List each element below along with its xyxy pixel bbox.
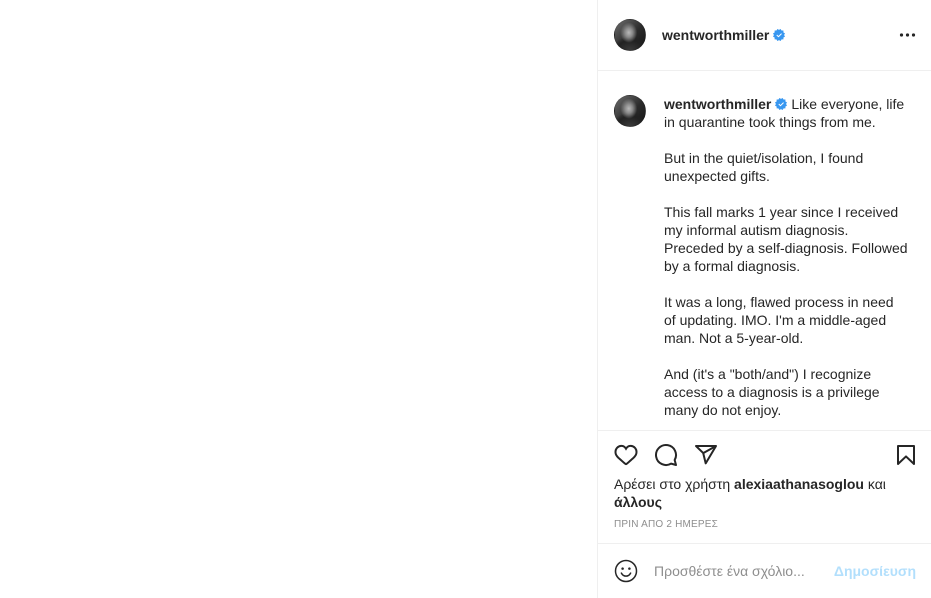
share-button[interactable]: [694, 443, 718, 467]
actions-divider: [598, 430, 931, 431]
more-horizontal-icon: [899, 33, 916, 37]
like-button[interactable]: [614, 443, 638, 467]
post-timestamp[interactable]: ΠΡΙΝ ΑΠΟ 2 ΗΜΕΡΕΣ: [614, 519, 718, 531]
save-button[interactable]: [894, 443, 918, 467]
share-icon: [695, 445, 717, 465]
verified-badge-icon: [775, 98, 788, 111]
caption-text-line: Preceded by a self-diagnosis. Followed: [664, 240, 908, 256]
caption-text-line: by a formal diagnosis.: [664, 258, 801, 274]
post-comment-button[interactable]: Δημοσίευση: [834, 562, 916, 580]
caption-paragraph: But in the quiet/isolation, I found unex…: [664, 149, 924, 185]
caption-text-line: Like everyone, life: [791, 96, 905, 112]
more-options-button[interactable]: [896, 23, 920, 47]
post-side-panel: wentworthmiller wentworthmiller Like ever…: [597, 0, 931, 598]
emoji-button[interactable]: [614, 559, 638, 583]
emoji-icon: [614, 559, 638, 583]
caption: wentworthmiller Like everyone, life in qu…: [664, 95, 924, 419]
caption-username[interactable]: wentworthmiller: [664, 96, 771, 112]
comment-divider: [598, 543, 931, 544]
likes-others-link[interactable]: άλλους: [614, 494, 662, 510]
caption-text-line: It was a long, flawed process in need: [664, 294, 894, 310]
caption-text-line: my informal autism diagnosis.: [664, 222, 849, 238]
caption-avatar[interactable]: [614, 95, 646, 127]
comment-button[interactable]: [654, 443, 678, 467]
comment-input[interactable]: [654, 562, 824, 580]
caption-text-line: But in the quiet/isolation, I found: [664, 150, 864, 166]
caption-text-line: many do not enjoy.: [664, 402, 782, 418]
caption-paragraph: This fall marks 1 year since I received …: [664, 203, 924, 275]
caption-text-line: unexpected gifts.: [664, 168, 770, 184]
caption-paragraph: And (it's a "both/and") I recognize acce…: [664, 365, 924, 419]
heart-icon: [614, 444, 638, 466]
comment-icon: [655, 444, 677, 466]
caption-paragraph: It was a long, flawed process in need of…: [664, 293, 924, 347]
likes-conjunction: και: [867, 476, 886, 492]
avatar[interactable]: [614, 19, 646, 51]
caption-first-line: wentworthmiller Like everyone, life: [664, 95, 924, 113]
header-user: wentworthmiller: [662, 26, 786, 44]
caption-text-line: And (it's a "both/and") I recognize: [664, 366, 872, 382]
author-username[interactable]: wentworthmiller: [662, 26, 769, 44]
caption-text-line: man. Not a 5-year-old.: [664, 330, 804, 346]
caption-text-line: access to a diagnosis is a privilege: [664, 384, 880, 400]
post-header: wentworthmiller: [598, 0, 931, 71]
caption-text-line: This fall marks 1 year since I received: [664, 204, 899, 220]
caption-paragraph: wentworthmiller Like everyone, life in qu…: [664, 95, 924, 131]
likes-prefix: Αρέσει στο χρήστη: [614, 476, 731, 492]
bookmark-icon: [897, 445, 915, 465]
caption-text-line: in quarantine took things from me.: [664, 114, 876, 130]
likes-summary: Αρέσει στο χρήστη alexiaathanasoglou και…: [614, 475, 915, 511]
caption-text-line: of updating. IMO. I'm a middle-aged: [664, 312, 887, 328]
verified-badge-icon: [773, 29, 786, 41]
likes-user-link[interactable]: alexiaathanasoglou: [734, 476, 864, 492]
post-media[interactable]: [0, 0, 597, 598]
